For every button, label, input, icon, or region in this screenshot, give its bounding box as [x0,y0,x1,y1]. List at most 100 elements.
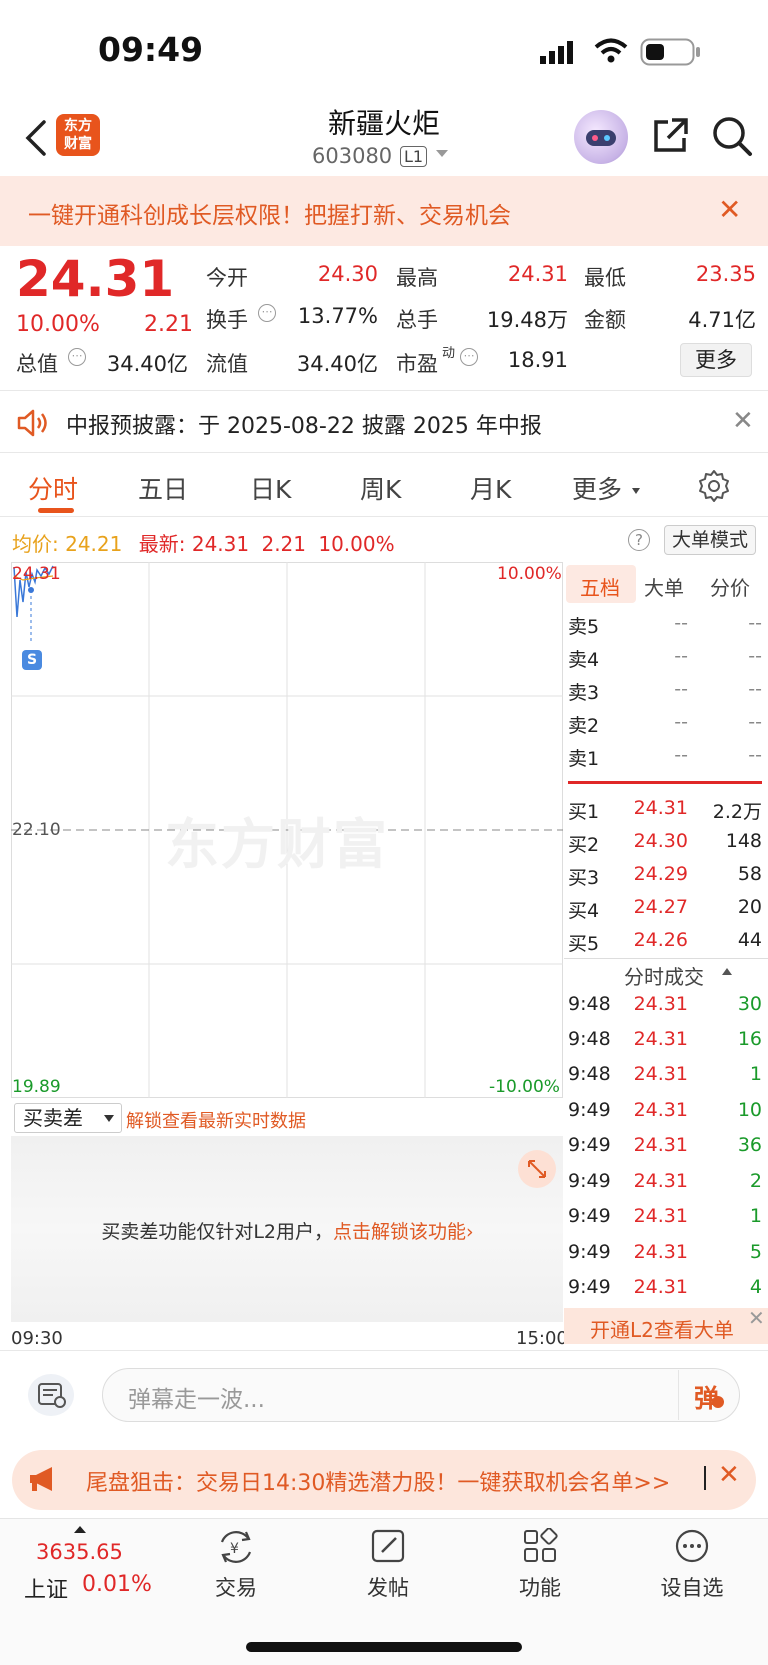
ask-label: 卖2 [568,715,600,737]
ask-volume: -- [748,612,762,634]
danmu-placeholder[interactable]: 弹幕走一波... [128,1380,265,1414]
info-icon[interactable]: ⋯ [258,304,276,322]
last-price: 24.31 [16,250,175,308]
home-indicator[interactable] [246,1642,522,1652]
ask-volume: -- [748,678,762,700]
trade-volume: 36 [737,1134,762,1156]
help-icon[interactable]: ? [628,529,650,551]
index-value[interactable]: 3635.65 [36,1540,123,1564]
tab-weekly-k[interactable]: 周K [360,470,401,506]
spread-unlock-link[interactable]: 解锁查看最新实时数据 [126,1107,306,1133]
megaphone-icon [30,1467,52,1491]
spread-unlock-feature-link[interactable]: 点击解锁该功能 [333,1221,466,1243]
trade-price: 24.31 [633,1063,688,1085]
status-bar: 09:49 [0,0,768,100]
last-value: 24.31 [191,532,250,556]
edit-icon[interactable] [370,1528,406,1564]
sell-marker[interactable]: S [22,650,42,670]
banner-close-icon[interactable]: ✕ [718,196,741,224]
share-icon[interactable] [650,116,690,156]
spread-divider [568,781,762,784]
trade-price: 24.31 [633,993,688,1015]
trade-price: 24.31 [633,1205,688,1227]
y-top-left-label: 24.31 [12,564,61,584]
bid-label: 买2 [568,834,600,856]
index-name[interactable]: 上证 [24,1572,68,1604]
trade-volume: 1 [749,1063,762,1085]
chevron-down-icon[interactable] [104,1115,114,1122]
tab-more[interactable]: 更多 [572,470,622,506]
nav-label[interactable]: 设自选 [652,1572,732,1602]
orderbook-tab-big-order[interactable]: 大单 [644,572,684,601]
chevron-up-icon[interactable] [74,1526,86,1533]
price-info-line: 均价: 24.21 最新: 24.31 2.21 10.00% [12,528,395,557]
x-axis-end-time: 15:00 [516,1328,568,1349]
trade-time: 9:49 [568,1276,611,1298]
change-amount: 2.21 [144,312,193,337]
chevron-up-icon[interactable] [722,968,732,975]
banner-text[interactable]: 一键开通科创成长层权限！把握打新、交易机会 [28,196,511,230]
turnover-value: 13.77% [297,304,378,328]
y-mid-label: 22.10 [12,820,61,840]
svg-text:¥: ¥ [230,1541,239,1557]
text-cursor [704,1466,706,1490]
tab-monthly-k[interactable]: 月K [470,470,511,506]
tab-more-caret-icon[interactable] [632,488,640,494]
trade-time: 9:49 [568,1241,611,1263]
tab-active-indicator [38,508,74,513]
ask-volume: -- [748,645,762,667]
nav-label[interactable]: 交易 [196,1572,276,1602]
orderbook-tab-level5[interactable]: 五档 [580,572,620,601]
trade-icon[interactable]: ¥ [216,1528,256,1566]
chevron-down-icon[interactable] [436,150,448,157]
ask-volume: -- [748,744,762,766]
notice-text[interactable]: 中报预披露：于 2025-08-22 披露 2025 年中报 [66,408,542,440]
l2-upsell-text[interactable]: 开通L2查看大单 [590,1314,734,1343]
trade-time: 9:48 [568,1028,611,1050]
more-dots-icon[interactable] [674,1528,710,1564]
promo-text[interactable]: 尾盘狙击：交易日14:30精选潜力股！一键获取机会名单>> [86,1465,670,1497]
trade-price: 24.31 [633,1241,688,1263]
volume-value: 19.48万 [486,308,568,332]
avg-label: 均价: [12,532,59,556]
search-icon[interactable] [710,114,754,158]
nav-label[interactable]: 发帖 [348,1572,428,1602]
change-percent: 10.00% [16,312,100,337]
trade-volume: 30 [737,993,762,1015]
tab-intraday[interactable]: 分时 [28,470,78,506]
trade-volume: 16 [737,1028,762,1050]
tab-five-day[interactable]: 五日 [138,470,188,506]
orderbook-tab-price-dist[interactable]: 分价 [710,572,750,601]
assistant-avatar[interactable] [574,110,628,164]
info-icon[interactable]: ⋯ [68,348,86,366]
notice-close-icon[interactable]: ✕ [732,408,754,434]
expand-icon[interactable] [518,1150,556,1188]
ask-price: -- [674,645,688,667]
gear-icon[interactable] [696,468,732,504]
spread-message-text: 买卖差功能仅针对L2用户， [101,1221,334,1243]
info-icon[interactable]: ⋯ [460,348,478,366]
grid-icon[interactable] [522,1528,558,1564]
index-pct[interactable]: 0.01% [82,1572,152,1597]
tab-daily-k[interactable]: 日K [250,470,291,506]
comment-list-icon[interactable] [28,1374,74,1416]
bid-volume: 44 [737,929,762,951]
promo-close-icon[interactable]: ✕ [718,1462,740,1488]
nav-label[interactable]: 功能 [500,1572,580,1602]
ask-price: -- [674,744,688,766]
big-order-mode-button[interactable]: 大单模式 [664,525,756,555]
signal-icon [540,41,573,64]
bid-volume: 2.2万 [712,801,762,823]
ask-price: -- [674,678,688,700]
trades-title[interactable]: 分时成交 [624,961,704,990]
close-icon[interactable]: ✕ [748,1306,765,1330]
more-button[interactable]: 更多 [680,343,752,377]
level-badge[interactable]: L1 [400,146,428,167]
open-value: 24.30 [317,262,378,286]
trade-volume: 5 [749,1241,762,1263]
mcap-value: 34.40亿 [106,352,188,376]
chevron-right-icon[interactable]: › [466,1221,474,1243]
y-bottom-left-label: 19.89 [12,1077,61,1097]
float-mcap-value: 34.40亿 [296,352,378,376]
trade-price: 24.31 [633,1134,688,1156]
